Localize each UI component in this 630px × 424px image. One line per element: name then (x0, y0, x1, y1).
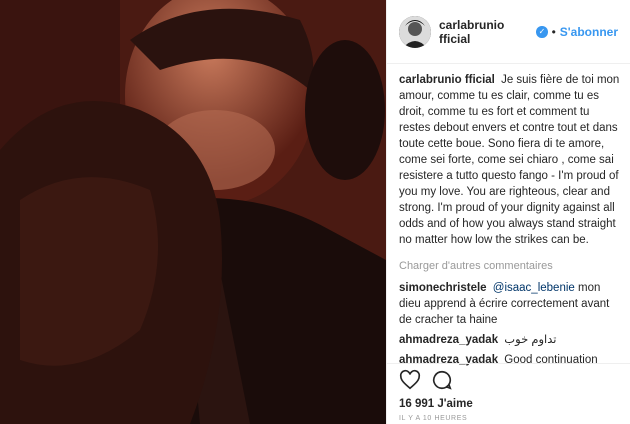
comment-username[interactable]: simonechristele (399, 282, 487, 294)
comments-section: carlabrunio fficial Je suis fière de toi… (387, 64, 630, 368)
comment-item: ahmadreza_yadak تداوم خوب (399, 332, 620, 348)
verified-check-icon: ✓ (536, 25, 548, 38)
post-sidebar: carlabrunio fficial ✓ • S'abonner carlab… (386, 0, 630, 424)
comment-username[interactable]: ahmadreza_yadak (399, 334, 498, 346)
post-photo[interactable] (0, 0, 386, 424)
caption-text: Je suis fière de toi mon amour, comme tu… (399, 74, 620, 246)
post-actions: 16 991 J'aime IL Y A 10 HEURES (387, 363, 630, 422)
post-timestamp: IL Y A 10 HEURES (399, 415, 468, 422)
heart-icon[interactable] (399, 369, 421, 396)
photo-illustration (0, 0, 386, 424)
like-count[interactable]: 16 991 J'aime (399, 398, 618, 410)
comment-icon[interactable] (431, 369, 453, 396)
author-username[interactable]: carlabrunio fficial (439, 18, 533, 46)
comment-mention[interactable]: @isaac_lebenie (493, 282, 575, 294)
follow-button[interactable]: S'abonner (560, 25, 618, 39)
post-caption: carlabrunio fficial Je suis fière de toi… (399, 72, 620, 248)
load-more-comments-link[interactable]: Charger d'autres commentaires (399, 258, 620, 274)
action-icons (399, 369, 618, 396)
caption-username[interactable]: carlabrunio fficial (399, 74, 495, 86)
comment-text: تداوم خوب (504, 334, 557, 346)
post-header: carlabrunio fficial ✓ • S'abonner (387, 0, 630, 64)
header-separator: • (551, 24, 556, 39)
avatar-portrait-icon (399, 15, 431, 48)
comment-item: simonechristele @isaac_lebenie mon dieu … (399, 280, 620, 328)
author-avatar[interactable] (399, 15, 431, 48)
instagram-post: carlabrunio fficial ✓ • S'abonner carlab… (0, 0, 630, 424)
